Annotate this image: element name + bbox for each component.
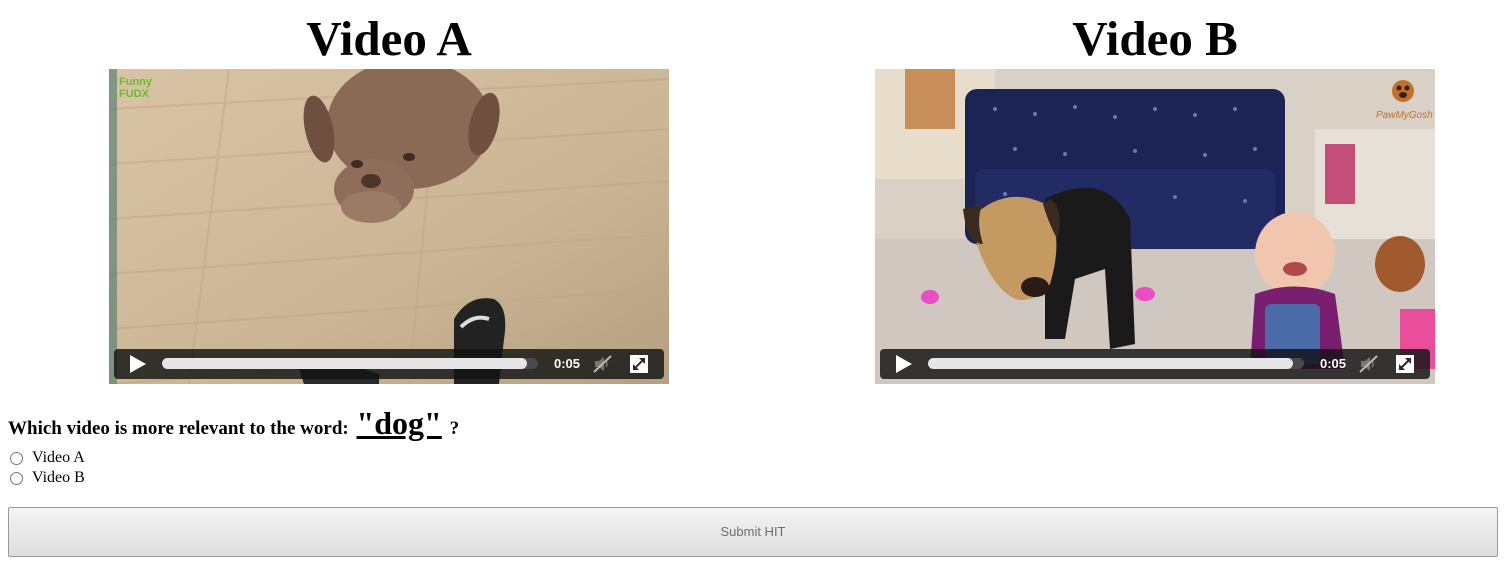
question-word: "dog" <box>356 405 442 441</box>
option-video-a[interactable]: Video A <box>8 448 85 468</box>
video-a-watermark: Funny FUDX <box>119 76 152 100</box>
play-icon[interactable] <box>888 352 918 376</box>
option-video-b[interactable]: Video B <box>8 468 85 488</box>
video-a-title: Video A <box>306 11 472 66</box>
answer-options: Video A Video B <box>8 448 85 488</box>
submit-hit-button[interactable]: Submit HIT <box>8 507 1498 557</box>
option-video-a-label: Video A <box>32 449 85 466</box>
radio-video-a[interactable] <box>10 451 23 465</box>
fullscreen-icon[interactable] <box>1394 354 1416 374</box>
muted-volume-icon[interactable] <box>1358 354 1380 374</box>
video-a-frame <box>109 69 669 384</box>
video-a-watermark-line1: Funny <box>119 76 152 88</box>
video-b-frame <box>875 69 1435 384</box>
video-b-player[interactable]: PawMyGosh 0:05 <box>875 69 1435 384</box>
muted-volume-icon[interactable] <box>592 354 614 374</box>
video-a-watermark-line2: FUDX <box>119 88 149 100</box>
time-display: 0:05 <box>553 356 581 371</box>
time-display: 0:05 <box>1319 356 1347 371</box>
paw-logo-icon <box>1392 80 1414 102</box>
relevance-question: Which video is more relevant to the word… <box>8 405 459 442</box>
seek-bar-progress <box>162 358 527 369</box>
play-icon[interactable] <box>122 352 152 376</box>
video-b-column: Video B PawMyGosh 0:05 <box>875 0 1435 384</box>
option-video-b-label: Video B <box>32 469 85 486</box>
fullscreen-icon[interactable] <box>628 354 650 374</box>
video-a-player[interactable]: Funny FUDX 0:05 <box>109 69 669 384</box>
video-b-title: Video B <box>1072 11 1238 66</box>
video-a-controls: 0:05 <box>114 349 664 379</box>
video-a-column: Video A Funny FUDX 0:05 <box>109 0 669 384</box>
video-b-controls: 0:05 <box>880 349 1430 379</box>
seek-bar[interactable] <box>162 358 538 369</box>
question-prefix: Which video is more relevant to the word… <box>8 418 349 439</box>
video-b-watermark: PawMyGosh <box>1376 77 1433 121</box>
seek-bar-progress <box>928 358 1293 369</box>
seek-bar[interactable] <box>928 358 1304 369</box>
videos-section: Video A Funny FUDX 0:05 Video B PawMyGos… <box>0 0 1512 395</box>
video-b-watermark-text: PawMyGosh <box>1376 110 1433 121</box>
question-suffix: ? <box>449 418 460 439</box>
radio-video-b[interactable] <box>10 471 23 485</box>
